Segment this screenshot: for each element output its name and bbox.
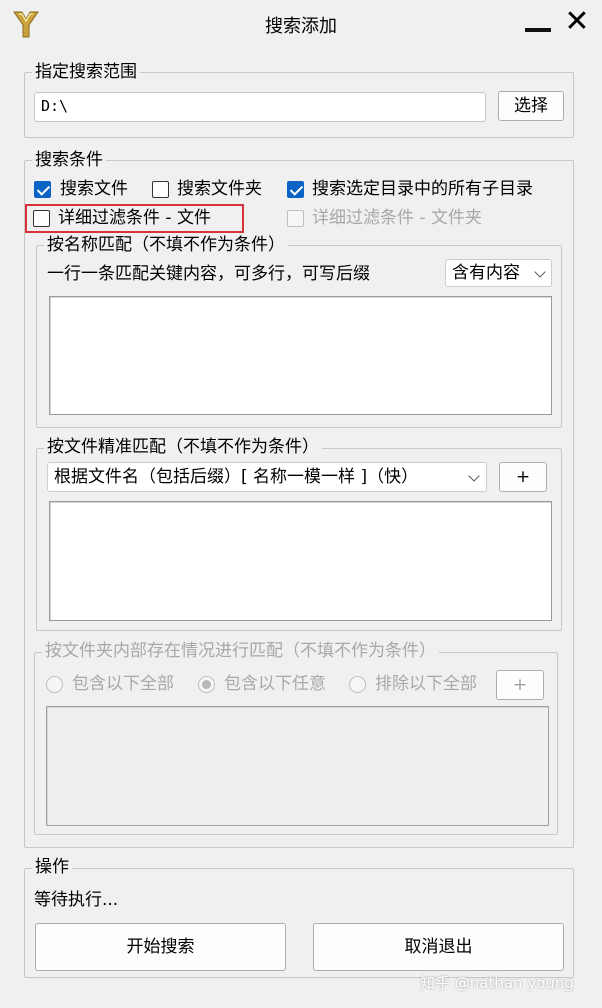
cancel-exit-button[interactable]: 取消退出 (313, 923, 564, 971)
folder-content-textarea[interactable] (46, 706, 549, 826)
conditions-legend: 搜索条件 (32, 150, 106, 170)
exact-match-mode-value: 根据文件名（包括后缀）[ 名称一模一样 ]（快） (54, 467, 419, 487)
name-match-hint: 一行一条匹配关键内容，可多行，可写后缀 (47, 264, 370, 284)
start-search-button[interactable]: 开始搜索 (35, 923, 286, 971)
detail-filter-folder-label[interactable]: 详细过滤条件 - 文件夹 (312, 208, 482, 228)
watermark: 知乎 @nathan young (420, 974, 574, 992)
chevron-down-icon (468, 470, 480, 482)
search-subdirs-checkbox[interactable] (287, 181, 304, 198)
search-files-checkbox[interactable] (34, 181, 51, 198)
detail-filter-file-label[interactable]: 详细过滤条件 - 文件 (58, 208, 211, 228)
operation-legend: 操作 (32, 857, 72, 877)
name-keywords-textarea[interactable] (49, 296, 552, 415)
select-folder-button[interactable]: 选择 (498, 91, 564, 121)
search-folders-label[interactable]: 搜索文件夹 (177, 179, 262, 199)
status-text: 等待执行... (34, 890, 119, 910)
chevron-down-icon (534, 266, 546, 278)
search-subdirs-label[interactable]: 搜索选定目录中的所有子目录 (312, 179, 533, 199)
exact-match-legend: 按文件精准匹配（不填不作为条件） (44, 437, 322, 457)
radio-include-all[interactable] (46, 676, 63, 693)
search-files-label[interactable]: 搜索文件 (60, 179, 128, 199)
name-match-mode-value: 含有内容 (452, 263, 520, 283)
name-match-mode-select[interactable]: 含有内容 (445, 259, 552, 287)
radio-exclude-all[interactable] (349, 676, 366, 693)
exact-match-mode-select[interactable]: 根据文件名（包括后缀）[ 名称一模一样 ]（快） (47, 462, 487, 492)
name-match-legend: 按名称匹配（不填不作为条件） (44, 235, 288, 255)
exact-match-add-button[interactable]: + (499, 462, 547, 492)
detail-filter-folder-checkbox[interactable] (287, 210, 304, 227)
radio-exclude-all-label[interactable]: 排除以下全部 (375, 674, 477, 694)
minimize-icon[interactable] (525, 28, 551, 32)
folder-content-legend: 按文件夹内部存在情况进行匹配（不填不作为条件） (42, 641, 439, 661)
path-input[interactable]: D:\ (34, 92, 486, 122)
radio-include-any-label[interactable]: 包含以下任意 (224, 674, 326, 694)
folder-content-add-button[interactable]: + (496, 670, 544, 700)
search-folders-checkbox[interactable] (152, 181, 169, 198)
radio-include-all-label[interactable]: 包含以下全部 (72, 674, 174, 694)
window-title: 搜索添加 (265, 16, 337, 37)
radio-include-any[interactable] (198, 676, 215, 693)
exact-match-textarea[interactable] (49, 501, 552, 621)
scope-legend: 指定搜索范围 (32, 62, 140, 82)
close-icon[interactable]: ✕ (563, 7, 591, 37)
detail-filter-file-checkbox[interactable] (33, 210, 50, 227)
